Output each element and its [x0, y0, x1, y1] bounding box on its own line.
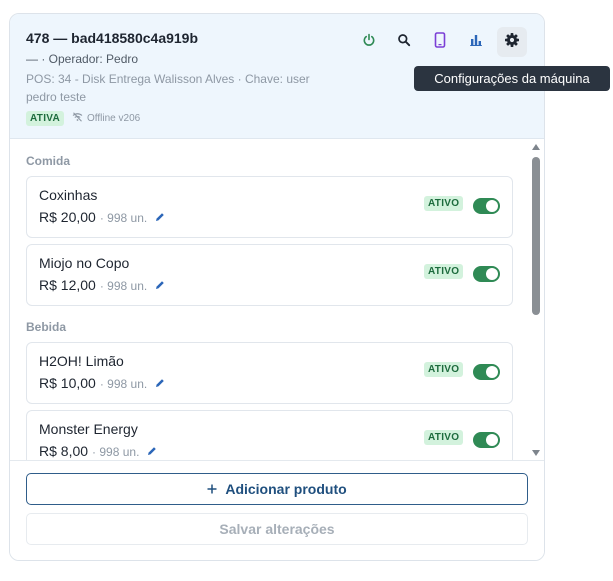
toggle-knob: [486, 200, 498, 212]
product-units: · 998 un.: [99, 279, 148, 293]
list-scrollbar[interactable]: [530, 140, 542, 460]
stats-button[interactable]: [461, 27, 491, 57]
product-meta: R$ 10,00 · 998 un.: [39, 375, 165, 391]
section-label-bebida: Bebida: [26, 320, 67, 334]
product-units: · 998 un.: [99, 377, 148, 391]
status-row: ATIVA Offline v206: [26, 111, 140, 126]
product-list[interactable]: Comida Coxinhas R$ 20,00 · 998 un. ATIVO…: [10, 140, 544, 460]
product-item-monster[interactable]: Monster Energy R$ 8,00 · 998 un. ATIVO: [26, 410, 513, 460]
settings-button[interactable]: [497, 27, 527, 57]
product-price: R$ 12,00: [39, 277, 96, 293]
product-item-coxinhas[interactable]: Coxinhas R$ 20,00 · 998 un. ATIVO: [26, 176, 513, 238]
gear-icon: [504, 32, 520, 53]
product-price: R$ 20,00: [39, 209, 96, 225]
product-meta: R$ 8,00 · 998 un.: [39, 443, 157, 459]
scroll-up-arrow-icon[interactable]: [532, 144, 540, 150]
product-toggle[interactable]: [473, 198, 500, 214]
power-icon: [362, 33, 376, 52]
card-footer: Adicionar produto Salvar alterações: [10, 460, 544, 560]
scroll-down-arrow-icon[interactable]: [532, 450, 540, 456]
pos-label: POS: 34 - Disk Entrega Walisson Alves · …: [26, 72, 310, 104]
operator-label: — · Operador: Pedro: [26, 52, 139, 66]
product-status-badge: ATIVO: [424, 362, 464, 377]
product-toggle[interactable]: [473, 364, 500, 380]
connection-status: Offline v206: [72, 112, 140, 125]
section-label-comida: Comida: [26, 154, 71, 168]
product-meta: R$ 12,00 · 998 un.: [39, 277, 165, 293]
product-units: · 998 un.: [99, 211, 148, 225]
scroll-thumb[interactable]: [532, 157, 540, 315]
search-icon: [397, 33, 411, 52]
save-changes-button[interactable]: Salvar alterações: [26, 513, 528, 545]
connection-label: Offline v206: [87, 113, 141, 124]
device-button[interactable]: [425, 27, 455, 57]
add-product-button[interactable]: Adicionar produto: [26, 473, 528, 505]
product-meta: R$ 20,00 · 998 un.: [39, 209, 165, 225]
pencil-icon[interactable]: [155, 378, 165, 388]
product-price: R$ 8,00: [39, 443, 89, 459]
machine-title: 478 — bad418580c4a919b: [26, 30, 199, 46]
product-units: · 998 un.: [92, 445, 140, 459]
product-toggle[interactable]: [473, 432, 500, 448]
product-price: R$ 10,00: [39, 375, 96, 391]
pencil-icon[interactable]: [155, 212, 165, 222]
plus-icon: [207, 481, 217, 497]
settings-tooltip: Configurações da máquina: [414, 66, 610, 91]
machine-card: 478 — bad418580c4a919b — · Operador: Ped…: [9, 13, 545, 561]
product-name: Miojo no Copo: [39, 255, 130, 271]
product-name: H2OH! Limão: [39, 353, 124, 369]
product-status-badge: ATIVO: [424, 264, 464, 279]
pencil-icon[interactable]: [155, 280, 165, 290]
bar-chart-icon: [469, 33, 483, 52]
product-item-miojo[interactable]: Miojo no Copo R$ 12,00 · 998 un. ATIVO: [26, 244, 513, 306]
search-button[interactable]: [389, 27, 419, 57]
product-name: Monster Energy: [39, 421, 138, 437]
wifi-off-icon: [72, 112, 83, 125]
product-status-badge: ATIVO: [424, 430, 464, 445]
product-item-h2oh[interactable]: H2OH! Limão R$ 10,00 · 998 un. ATIVO: [26, 342, 513, 404]
pencil-icon[interactable]: [147, 446, 157, 456]
product-toggle[interactable]: [473, 266, 500, 282]
power-button[interactable]: [354, 27, 384, 57]
product-name: Coxinhas: [39, 187, 98, 203]
toggle-knob: [486, 434, 498, 446]
add-product-label: Adicionar produto: [225, 481, 347, 497]
status-badge: ATIVA: [26, 111, 65, 126]
toggle-knob: [486, 268, 498, 280]
toggle-knob: [486, 366, 498, 378]
phone-icon: [434, 31, 446, 53]
product-status-badge: ATIVO: [424, 196, 464, 211]
